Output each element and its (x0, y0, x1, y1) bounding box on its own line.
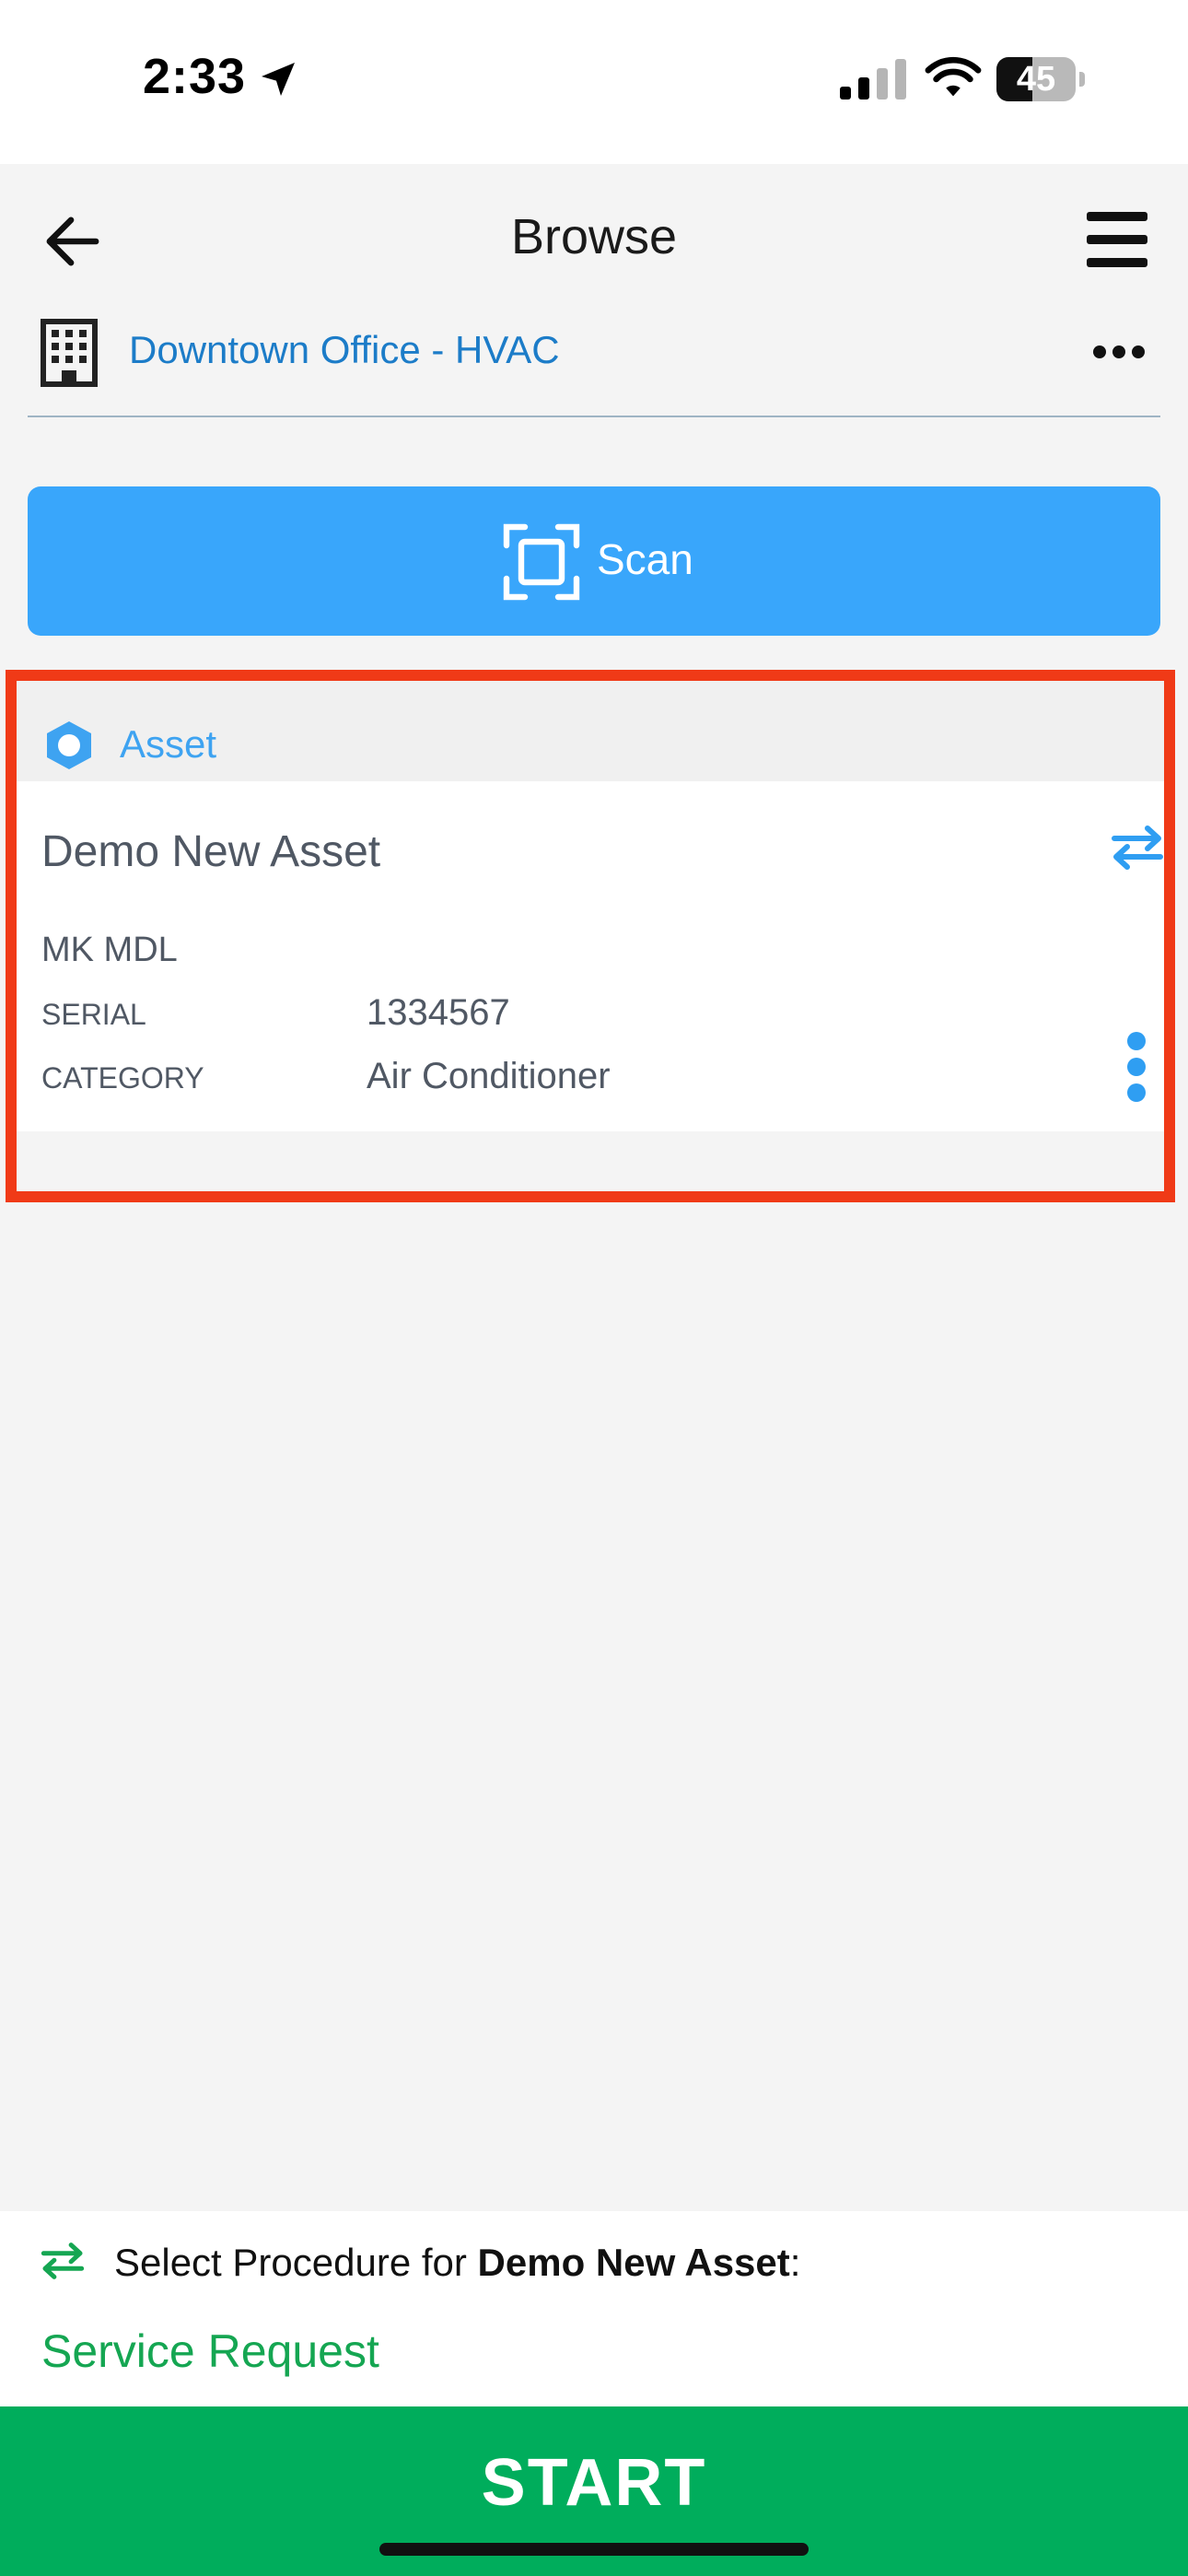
procedure-prompt: Select Procedure for Demo New Asset: (114, 2241, 800, 2285)
procedure-prompt-suffix: : (789, 2241, 801, 2284)
location-link[interactable]: Downtown Office - HVAC (129, 328, 560, 372)
location-arrow-icon (262, 63, 295, 96)
battery-icon: 45 (996, 57, 1085, 101)
home-indicator (379, 2543, 809, 2556)
start-label: START (481, 2446, 707, 2520)
swap-arrows-icon (41, 2242, 85, 2279)
hamburger-menu-icon[interactable] (1087, 212, 1147, 267)
procedure-prompt-prefix: Select Procedure for (114, 2241, 478, 2284)
cellular-signal-icon (840, 59, 906, 100)
scan-label: Scan (597, 535, 693, 583)
status-time: 2:33 (143, 49, 247, 104)
procedure-asset-name: Demo New Asset (477, 2241, 790, 2284)
procedure-option[interactable]: Service Request (41, 2324, 379, 2378)
battery-percent: 45 (1016, 60, 1056, 99)
divider (28, 416, 1160, 417)
more-horizontal-icon[interactable] (1090, 341, 1147, 363)
status-bar: 2:33 45 (0, 0, 1188, 164)
wifi-icon (925, 56, 982, 97)
building-icon (41, 319, 98, 387)
highlight-box (6, 670, 1175, 1202)
scan-frame-icon (503, 523, 580, 601)
scan-button[interactable] (28, 486, 1160, 636)
page-title: Browse (510, 209, 678, 264)
